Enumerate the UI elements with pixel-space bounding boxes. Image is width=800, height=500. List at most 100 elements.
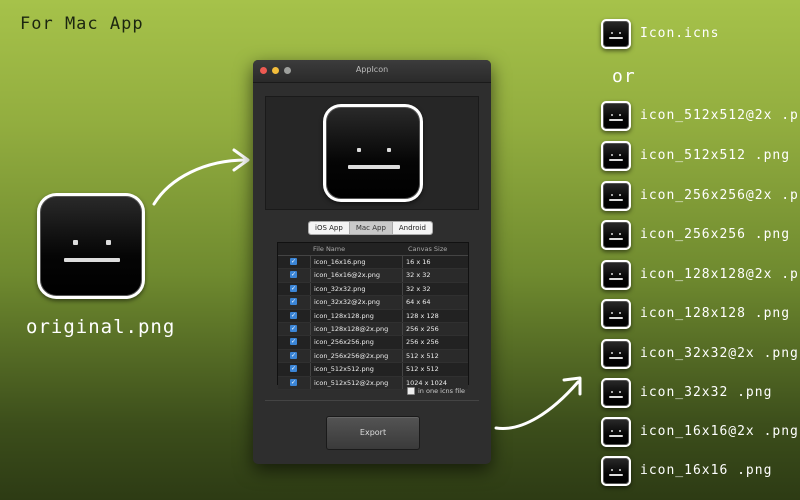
output-file-icon	[601, 339, 631, 369]
tab-mac-app[interactable]: Mac App	[348, 222, 392, 234]
checkbox-checked-icon[interactable]: ✓	[290, 271, 297, 279]
canvas-size-cell: 256 x 256	[402, 336, 468, 349]
output-file-label: icon_256x256@2x .png	[640, 188, 800, 203]
left-eye	[611, 273, 613, 275]
canvas-size-cell: 16 x 16	[402, 256, 468, 269]
right-eye	[619, 32, 621, 34]
preview-icon	[323, 104, 423, 202]
tab-android[interactable]: Android	[391, 222, 432, 234]
mouth	[609, 37, 623, 39]
icns-checkbox[interactable]	[407, 387, 415, 395]
table-row[interactable]: ✓ icon_32x32.png 32 x 32	[278, 282, 468, 297]
file-name-cell: icon_32x32.png	[310, 282, 402, 296]
left-eye	[611, 469, 613, 471]
mouth	[609, 278, 623, 280]
app-window: AppIcon iOS App Mac App Android File Nam…	[253, 60, 491, 464]
right-eye	[619, 194, 621, 196]
mouth	[609, 435, 623, 437]
output-file-icon	[601, 456, 631, 486]
checkbox-checked-icon[interactable]: ✓	[290, 365, 297, 373]
row-checkbox-cell: ✓	[278, 269, 310, 281]
right-eye	[619, 469, 621, 471]
left-eye	[611, 233, 613, 235]
output-file-label: icon_32x32 .png	[640, 385, 773, 400]
checkbox-checked-icon[interactable]: ✓	[290, 378, 297, 386]
output-file-label: Icon.icns	[640, 26, 720, 41]
checkbox-checked-icon[interactable]: ✓	[290, 324, 297, 332]
right-eye	[619, 273, 621, 275]
left-eye	[611, 194, 613, 196]
export-button[interactable]: Export	[326, 416, 420, 450]
or-label: or	[612, 66, 636, 87]
row-checkbox-cell: ✓	[278, 310, 310, 322]
output-file-icon	[601, 141, 631, 171]
output-file-icon	[601, 101, 631, 131]
file-name-cell: icon_512x512.png	[310, 363, 402, 376]
tagline: For Mac App	[20, 14, 144, 34]
mouth	[609, 119, 623, 121]
canvas-size-cell: 64 x 64	[402, 296, 468, 309]
left-eye	[611, 32, 613, 34]
output-file-label: icon_512x512@2x .png	[640, 108, 800, 123]
file-name-header[interactable]: File Name	[310, 243, 405, 255]
output-file-icon	[601, 181, 631, 211]
checkbox-checked-icon[interactable]: ✓	[290, 284, 297, 292]
arrow-right-up-icon	[152, 148, 250, 206]
output-file-label: icon_16x16 .png	[640, 463, 773, 478]
right-eye	[619, 391, 621, 393]
right-eye	[106, 240, 111, 245]
file-name-cell: icon_128x128@2x.png	[310, 322, 402, 336]
output-file-label: icon_128x128 .png	[640, 306, 791, 321]
output-file-label: icon_32x32@2x .png	[640, 346, 799, 361]
canvas-size-cell: 512 x 512	[402, 363, 468, 376]
left-eye	[611, 391, 613, 393]
divider	[265, 400, 479, 401]
mouth	[348, 165, 400, 169]
output-file-icon	[601, 378, 631, 408]
left-eye	[73, 240, 78, 245]
output-file-icon	[601, 299, 631, 329]
icon-drop-area[interactable]	[265, 96, 479, 210]
table-row[interactable]: ✓ icon_32x32@2x.png 64 x 64	[278, 296, 468, 310]
right-eye	[619, 114, 621, 116]
canvas-size-header[interactable]: Canvas Size	[405, 243, 447, 255]
right-eye	[619, 312, 621, 314]
checkbox-checked-icon[interactable]: ✓	[290, 351, 297, 359]
file-name-cell: icon_32x32@2x.png	[310, 296, 402, 309]
mouth	[609, 199, 623, 201]
left-eye	[611, 114, 613, 116]
table-row[interactable]: ✓ icon_16x16.png 16 x 16	[278, 256, 468, 270]
mouth	[609, 396, 623, 398]
checkbox-checked-icon[interactable]: ✓	[290, 258, 297, 265]
left-eye	[611, 154, 613, 156]
output-file-icon	[601, 417, 631, 447]
checkbox-column-header	[278, 243, 310, 255]
row-checkbox-cell: ✓	[278, 363, 310, 375]
canvas-size-cell: 32 x 32	[402, 282, 468, 296]
table-header: File Name Canvas Size	[278, 243, 468, 256]
table-row[interactable]: ✓ icon_16x16@2x.png 32 x 32	[278, 269, 468, 283]
row-checkbox-cell: ✓	[278, 256, 310, 268]
tab-ios-app[interactable]: iOS App	[309, 222, 349, 234]
file-name-cell: icon_256x256@2x.png	[310, 349, 402, 363]
table-row[interactable]: ✓ icon_256x256.png 256 x 256	[278, 336, 468, 350]
arrow-right-up-icon	[494, 376, 582, 431]
table-row[interactable]: ✓ icon_256x256@2x.png 512 x 512	[278, 349, 468, 364]
table-row[interactable]: ✓ icon_512x512.png 512 x 512	[278, 363, 468, 377]
table-row[interactable]: ✓ icon_128x128@2x.png 256 x 256	[278, 322, 468, 337]
original-icon	[37, 193, 145, 299]
checkbox-checked-icon[interactable]: ✓	[290, 298, 297, 306]
file-name-cell: icon_128x128.png	[310, 309, 402, 322]
file-name-cell: icon_16x16@2x.png	[310, 269, 402, 282]
output-file-icon	[601, 19, 631, 49]
mouth	[64, 258, 120, 262]
row-checkbox-cell: ✓	[278, 283, 310, 295]
file-name-cell: icon_512x512@2x.png	[310, 376, 402, 389]
icns-option[interactable]: in one icns file	[407, 387, 465, 395]
row-checkbox-cell: ✓	[278, 323, 310, 335]
output-file-label: icon_512x512 .png	[640, 148, 791, 163]
table-body: ✓ icon_16x16.png 16 x 16 ✓ icon_16x16@2x.png…	[278, 256, 468, 390]
checkbox-checked-icon[interactable]: ✓	[290, 338, 297, 346]
checkbox-checked-icon[interactable]: ✓	[290, 311, 297, 319]
table-row[interactable]: ✓ icon_128x128.png 128 x 128	[278, 309, 468, 323]
